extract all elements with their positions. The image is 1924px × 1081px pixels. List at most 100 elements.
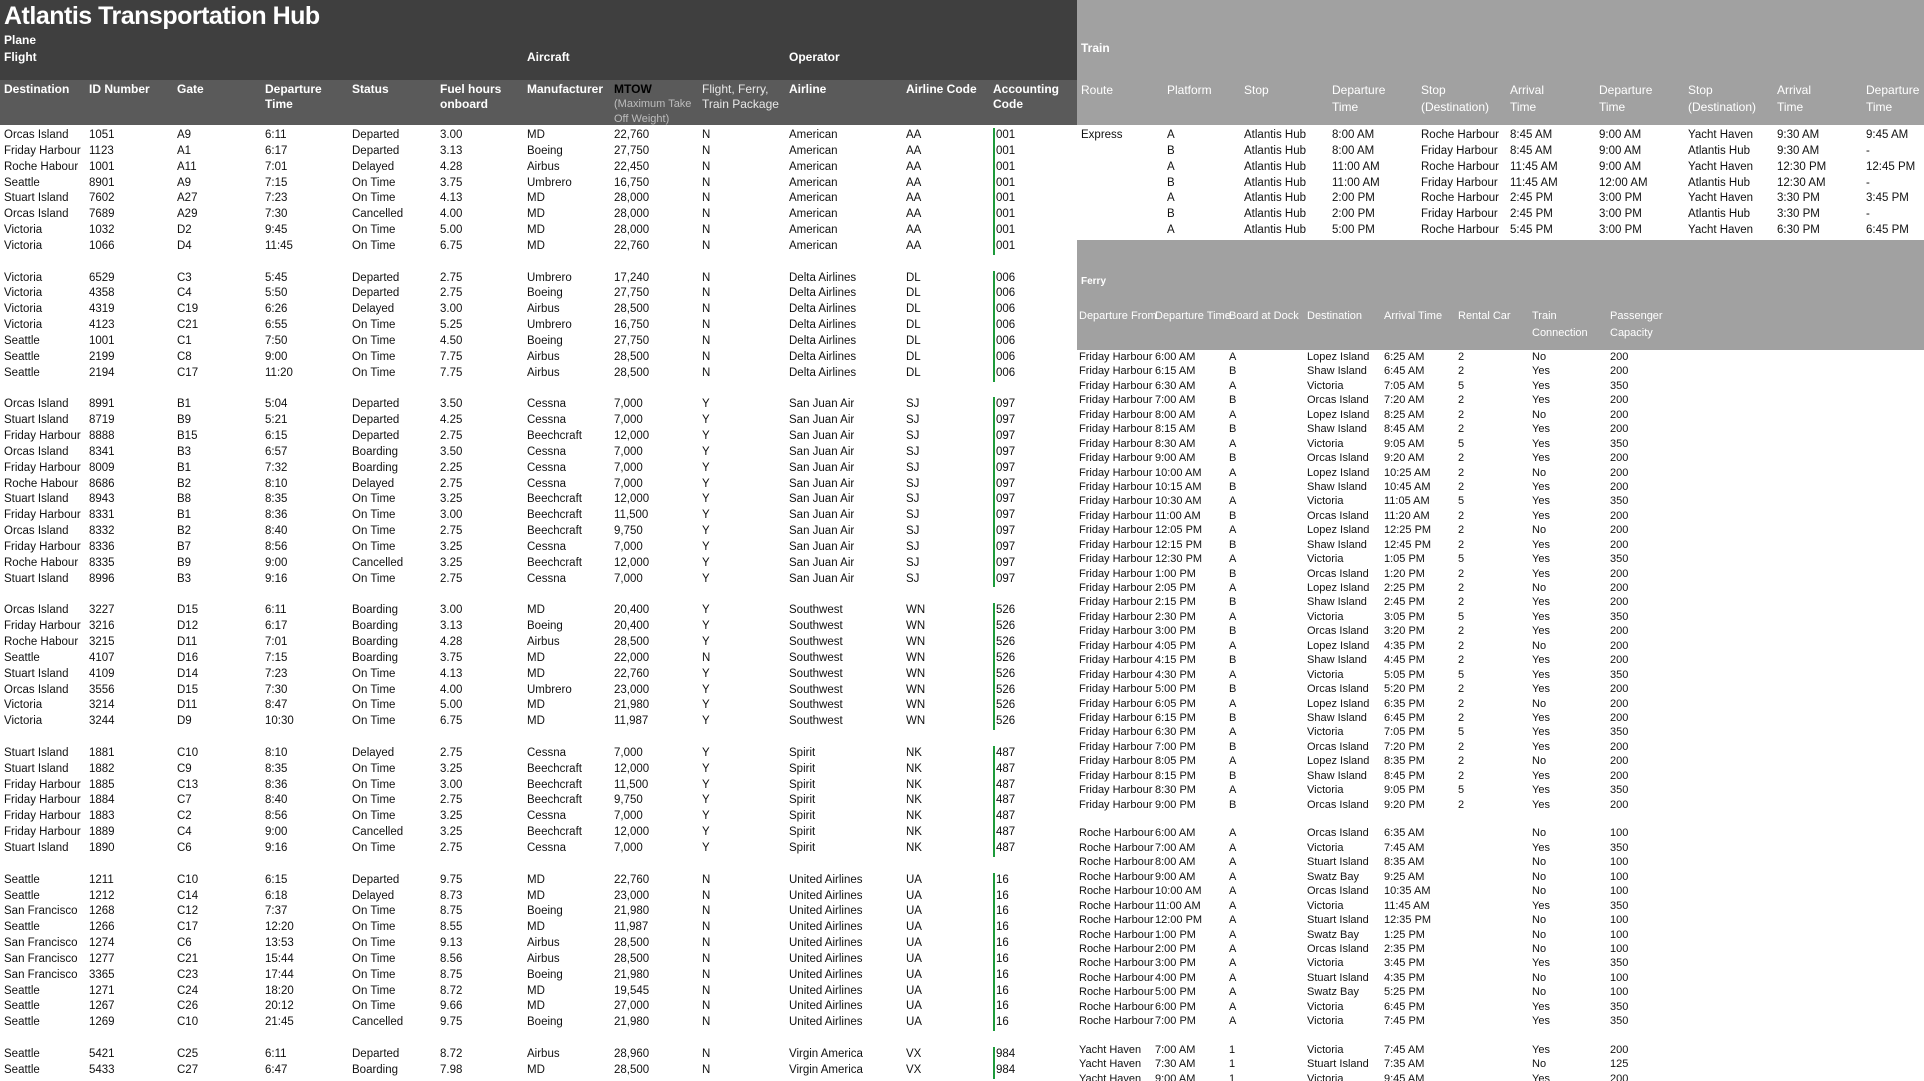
ferry-cell-board-at-dock[interactable]: B <box>1229 740 1236 754</box>
plane-cell-manufacturer[interactable]: Umbrero <box>527 176 572 192</box>
plane-cell-airline-code[interactable]: UA <box>906 873 922 889</box>
plane-cell-departure-time[interactable]: 6:17 <box>265 619 287 635</box>
ferry-cell-departure-from[interactable]: Friday Harbour <box>1079 682 1152 696</box>
plane-cell-status[interactable]: Departed <box>352 429 399 445</box>
ferry-cell-departure-time[interactable]: 6:00 AM <box>1155 350 1195 364</box>
ferry-cell-passenger-capacity[interactable]: 200 <box>1610 682 1628 696</box>
train-cell-arrival-time-2[interactable]: 12:30 AM <box>1777 176 1826 192</box>
ferry-cell-departure-from[interactable]: Roche Harbour <box>1079 913 1154 927</box>
plane-cell-id-number[interactable]: 1268 <box>89 904 115 920</box>
plane-cell-mtow[interactable]: 21,980 <box>614 968 649 984</box>
ferry-cell-passenger-capacity[interactable]: 200 <box>1610 350 1628 364</box>
plane-cell-fuel-hours[interactable]: 9.13 <box>440 936 462 952</box>
plane-cell-package[interactable]: N <box>702 651 710 667</box>
plane-cell-accounting-code[interactable]: 16 <box>993 983 1009 1000</box>
ferry-cell-departure-from[interactable]: Roche Harbour <box>1079 971 1154 985</box>
ferry-cell-board-at-dock[interactable]: B <box>1229 509 1236 523</box>
ferry-cell-passenger-capacity[interactable]: 200 <box>1610 581 1628 595</box>
plane-cell-airline-code[interactable]: WN <box>906 603 925 619</box>
ferry-cell-departure-from[interactable]: Friday Harbour <box>1079 624 1152 638</box>
train-cell-arrival-time-2[interactable]: 6:30 PM <box>1777 223 1820 239</box>
ferry-cell-arrival-time[interactable]: 9:05 PM <box>1384 783 1425 797</box>
plane-cell-fuel-hours[interactable]: 8.75 <box>440 904 462 920</box>
ferry-cell-departure-time[interactable]: 3:00 PM <box>1155 956 1196 970</box>
plane-cell-id-number[interactable]: 8335 <box>89 556 115 572</box>
ferry-cell-train-connection[interactable]: No <box>1532 971 1546 985</box>
col-status[interactable]: Status <box>352 82 389 97</box>
plane-cell-id-number[interactable]: 4319 <box>89 302 115 318</box>
ferry-cell-rental-car[interactable]: 5 <box>1458 437 1464 451</box>
plane-cell-gate[interactable]: B9 <box>177 556 191 572</box>
plane-cell-airline[interactable]: San Juan Air <box>789 492 854 508</box>
ferry-cell-departure-time[interactable]: 1:00 PM <box>1155 567 1196 581</box>
plane-cell-departure-time[interactable]: 6:11 <box>265 603 287 619</box>
ferry-cell-departure-from[interactable]: Roche Harbour <box>1079 826 1154 840</box>
train-cell-departure-time-3[interactable]: 6:45 PM <box>1866 223 1909 239</box>
plane-cell-id-number[interactable]: 1001 <box>89 334 115 350</box>
plane-cell-airline-code[interactable]: DL <box>906 302 921 318</box>
plane-cell-package[interactable]: Y <box>702 524 710 540</box>
plane-cell-status[interactable]: Delayed <box>352 160 394 176</box>
ferry-cell-board-at-dock[interactable]: A <box>1229 639 1236 653</box>
plane-cell-airline[interactable]: American <box>789 160 838 176</box>
train-cell-departure-time-3[interactable]: - <box>1866 144 1870 160</box>
plane-cell-accounting-code[interactable]: 487 <box>993 777 1015 794</box>
plane-cell-airline[interactable]: San Juan Air <box>789 524 854 540</box>
train-col-destination-stop[interactable]: Stop (Destination) <box>1421 82 1489 116</box>
ferry-cell-rental-car[interactable]: 5 <box>1458 783 1464 797</box>
train-cell-destination-stop[interactable]: Friday Harbour <box>1421 144 1498 160</box>
train-cell-destination-stop[interactable]: Roche Harbour <box>1421 191 1499 207</box>
plane-cell-id-number[interactable]: 3365 <box>89 968 115 984</box>
plane-cell-airline[interactable]: United Airlines <box>789 984 863 1000</box>
plane-cell-mtow[interactable]: 7,000 <box>614 397 643 413</box>
plane-cell-gate[interactable]: B9 <box>177 413 191 429</box>
plane-cell-manufacturer[interactable]: Cessna <box>527 572 566 588</box>
ferry-cell-passenger-capacity[interactable]: 200 <box>1610 697 1628 711</box>
ferry-cell-arrival-time[interactable]: 9:20 AM <box>1384 451 1424 465</box>
ferry-cell-passenger-capacity[interactable]: 100 <box>1610 928 1628 942</box>
plane-cell-departure-time[interactable]: 20:12 <box>265 999 294 1015</box>
train-cell-platform[interactable]: B <box>1167 176 1175 192</box>
plane-cell-accounting-code[interactable]: 16 <box>993 936 1009 952</box>
ferry-cell-board-at-dock[interactable]: B <box>1229 624 1236 638</box>
plane-cell-mtow[interactable]: 21,980 <box>614 904 649 920</box>
plane-cell-status[interactable]: On Time <box>352 366 395 382</box>
ferry-cell-destination[interactable]: Victoria <box>1307 1014 1343 1028</box>
plane-cell-status[interactable]: On Time <box>352 984 395 1000</box>
ferry-cell-train-connection[interactable]: Yes <box>1532 1072 1550 1081</box>
plane-cell-gate[interactable]: A1 <box>177 144 191 160</box>
plane-cell-accounting-code[interactable]: 001 <box>993 143 1015 160</box>
plane-cell-manufacturer[interactable]: Airbus <box>527 1047 560 1063</box>
plane-cell-status[interactable]: Delayed <box>352 889 394 905</box>
ferry-cell-arrival-time[interactable]: 4:45 PM <box>1384 653 1425 667</box>
plane-cell-id-number[interactable]: 8901 <box>89 176 115 192</box>
ferry-cell-departure-time[interactable]: 6:30 PM <box>1155 725 1196 739</box>
ferry-cell-departure-from[interactable]: Friday Harbour <box>1079 552 1152 566</box>
ferry-cell-arrival-time[interactable]: 9:25 AM <box>1384 870 1424 884</box>
ferry-cell-arrival-time[interactable]: 7:45 AM <box>1384 841 1424 855</box>
ferry-cell-destination[interactable]: Orcas Island <box>1307 451 1369 465</box>
plane-cell-airline[interactable]: United Airlines <box>789 889 863 905</box>
train-cell-arrival-time[interactable]: 11:45 AM <box>1510 176 1558 192</box>
plane-cell-mtow[interactable]: 19,545 <box>614 984 649 1000</box>
plane-cell-fuel-hours[interactable]: 2.75 <box>440 572 462 588</box>
plane-cell-manufacturer[interactable]: Boeing <box>527 1015 563 1031</box>
plane-cell-status[interactable]: Cancelled <box>352 207 403 223</box>
ferry-cell-passenger-capacity[interactable]: 100 <box>1610 826 1628 840</box>
plane-cell-airline[interactable]: Delta Airlines <box>789 271 856 287</box>
plane-cell-id-number[interactable]: 8009 <box>89 461 115 477</box>
ferry-cell-train-connection[interactable]: Yes <box>1532 711 1550 725</box>
plane-cell-airline[interactable]: Delta Airlines <box>789 350 856 366</box>
plane-cell-airline-code[interactable]: UA <box>906 999 922 1015</box>
ferry-cell-departure-time[interactable]: 2:00 PM <box>1155 942 1196 956</box>
ferry-cell-arrival-time[interactable]: 3:20 PM <box>1384 624 1425 638</box>
plane-cell-package[interactable]: N <box>702 128 710 144</box>
train-cell-departure-time-2[interactable]: 9:00 AM <box>1599 144 1641 160</box>
plane-cell-airline[interactable]: American <box>789 239 838 255</box>
ferry-col-destination[interactable]: Destination <box>1307 308 1362 325</box>
ferry-cell-destination[interactable]: Lopez Island <box>1307 639 1369 653</box>
plane-cell-status[interactable]: On Time <box>352 350 395 366</box>
plane-cell-airline-code[interactable]: SJ <box>906 413 919 429</box>
plane-cell-gate[interactable]: B1 <box>177 461 191 477</box>
ferry-cell-departure-time[interactable]: 9:00 PM <box>1155 798 1196 812</box>
